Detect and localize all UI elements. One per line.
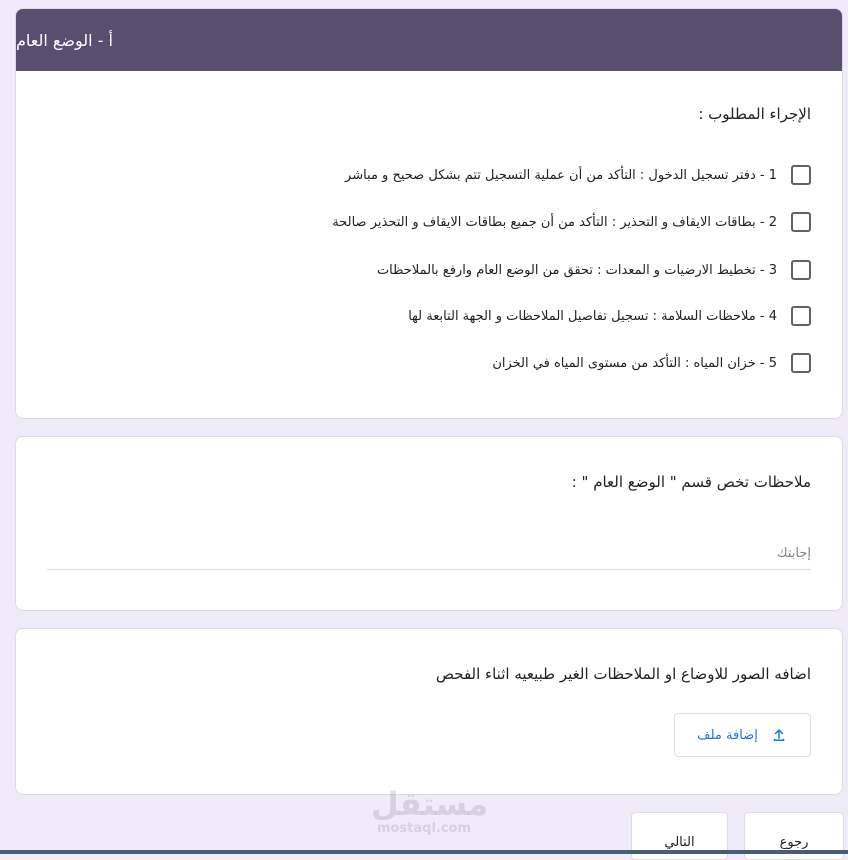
section-card: أ - الوضع العام الإجراء المطلوب : 1 - دف…	[15, 8, 843, 419]
checkbox[interactable]	[791, 353, 811, 373]
notes-card: ملاحظات تخص قسم " الوضع العام " :	[15, 436, 843, 611]
add-file-label: إضافة ملف	[697, 727, 758, 743]
watermark-latin: mostaql.com	[376, 821, 472, 836]
section-header: أ - الوضع العام	[16, 9, 842, 71]
option-label: 3 - تخطيط الارضيات و المعدات : تحقق من ا…	[376, 262, 777, 278]
checkbox-option-4[interactable]: 4 - ملاحظات السلامة : تسجيل تفاصيل الملا…	[408, 306, 811, 326]
option-label: 2 - بطاقات الايقاف و التحذير : التأكد من…	[332, 214, 777, 230]
notes-question-title: ملاحظات تخص قسم " الوضع العام " :	[571, 473, 811, 491]
checkbox[interactable]	[791, 260, 811, 280]
checkbox-option-1[interactable]: 1 - دفتر تسجيل الدخول : التأكد من أن عمل…	[345, 165, 811, 185]
upload-icon	[773, 729, 785, 741]
checkbox[interactable]	[791, 306, 811, 326]
section-title: أ - الوضع العام	[16, 30, 113, 50]
add-file-button[interactable]: إضافة ملف	[674, 713, 811, 757]
checkbox[interactable]	[791, 212, 811, 232]
option-label: 5 - خزان المياه : التأكد من مستوى المياه…	[492, 355, 777, 371]
checkbox-option-3[interactable]: 3 - تخطيط الارضيات و المعدات : تحقق من ا…	[377, 260, 811, 280]
upload-question-title: اضافه الصور للاوضاع او الملاحظات الغير ط…	[435, 665, 811, 683]
question-title: الإجراء المطلوب :	[698, 105, 811, 123]
bottom-bar	[0, 850, 848, 854]
checkbox[interactable]	[791, 165, 811, 185]
checkbox-option-5[interactable]: 5 - خزان المياه : التأكد من مستوى المياه…	[492, 353, 811, 373]
answer-input[interactable]	[47, 537, 811, 570]
upload-card: اضافه الصور للاوضاع او الملاحظات الغير ط…	[15, 628, 843, 795]
option-label: 1 - دفتر تسجيل الدخول : التأكد من أن عمل…	[345, 167, 777, 183]
checkbox-option-2[interactable]: 2 - بطاقات الايقاف و التحذير : التأكد من…	[332, 212, 811, 232]
option-label: 4 - ملاحظات السلامة : تسجيل تفاصيل الملا…	[408, 308, 777, 324]
